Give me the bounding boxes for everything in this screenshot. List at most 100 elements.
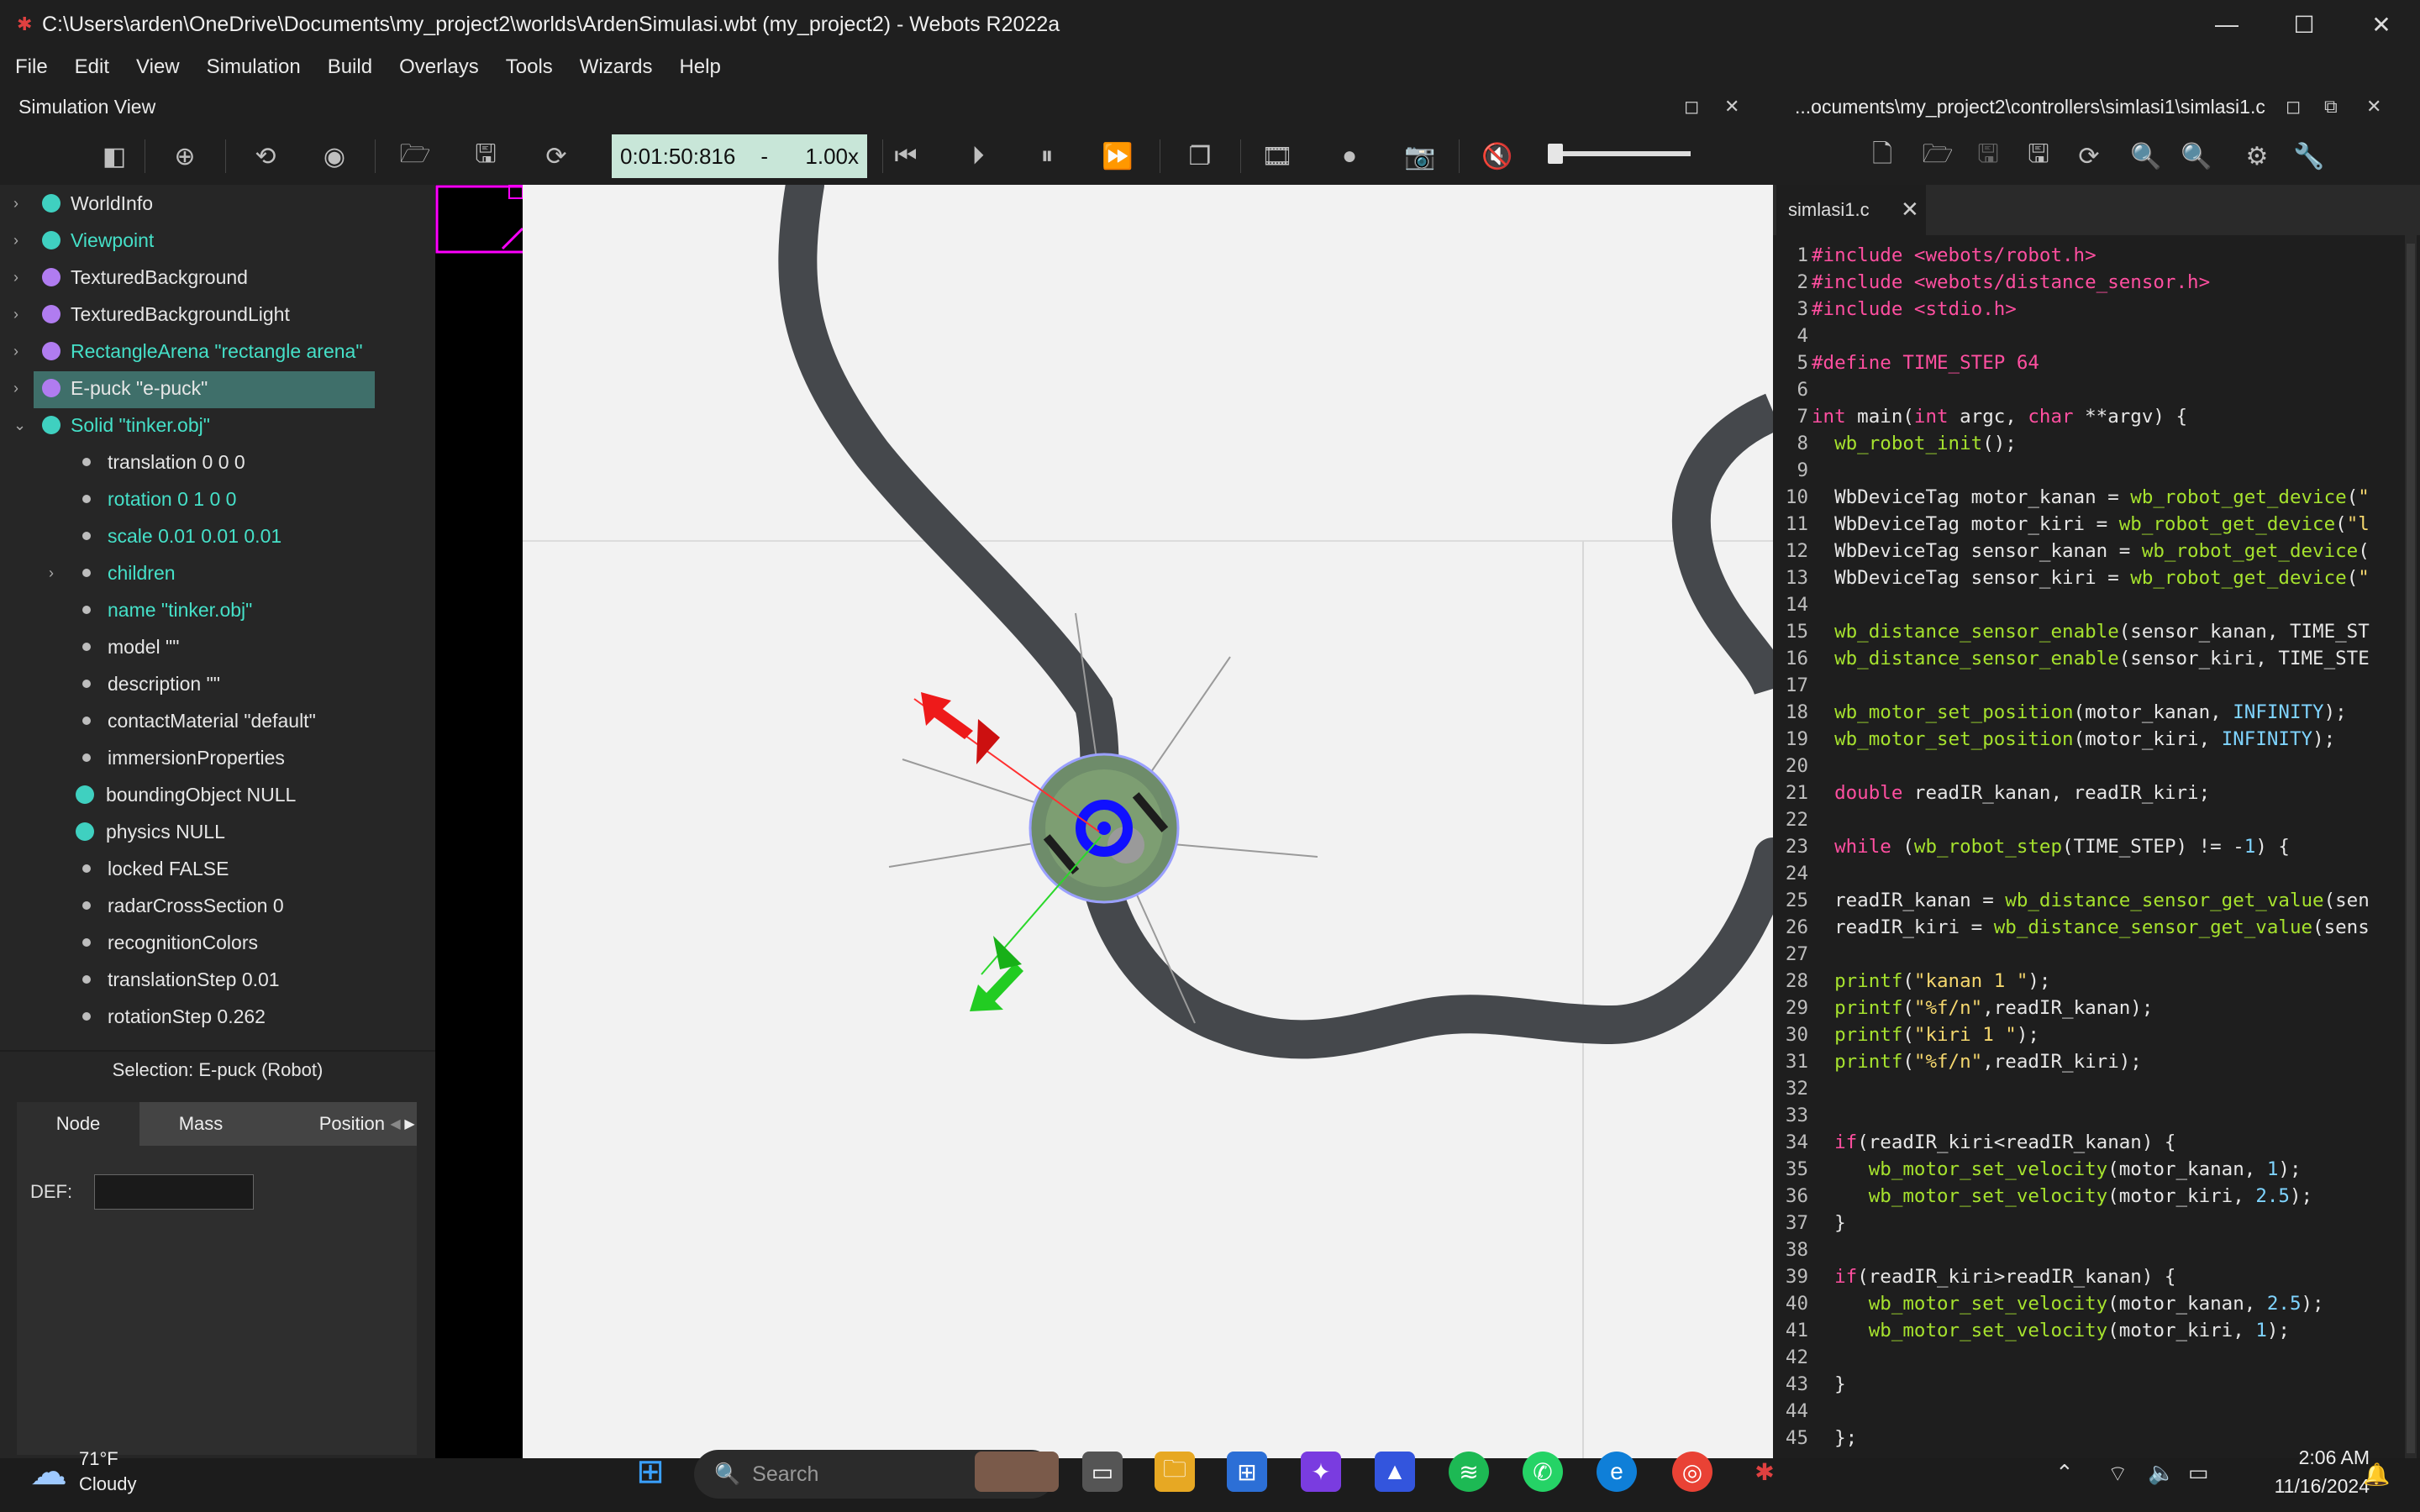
expand-arrow-icon[interactable]: ›	[13, 306, 18, 323]
start-button-icon[interactable]: ⊞	[630, 1452, 671, 1492]
tab-position[interactable]: Position	[262, 1102, 388, 1146]
tree-field[interactable]: radarCrossSection 0	[82, 887, 284, 924]
tab-mass[interactable]: Mass	[139, 1102, 262, 1146]
toggle-rendering-icon[interactable]: ❐	[1183, 139, 1217, 173]
speaker-muted-icon[interactable]: 🔈	[2148, 1460, 2175, 1486]
3d-viewport[interactable]	[435, 185, 1773, 1475]
build-wrench-icon[interactable]: 🔧	[2292, 139, 2326, 173]
record-animation-icon[interactable]: ●	[1333, 139, 1366, 173]
pause-icon[interactable]: ⏸	[1030, 139, 1064, 173]
battery-icon[interactable]: ▭	[2188, 1460, 2209, 1486]
fast-forward-icon[interactable]: ⏩	[1101, 139, 1134, 173]
tree-field[interactable]: locked FALSE	[82, 850, 229, 887]
copilot-icon[interactable]: ✦	[1301, 1452, 1341, 1492]
code-line[interactable]: 36 wb_motor_set_velocity(motor_kiri, 2.5…	[1773, 1183, 2370, 1210]
menu-build[interactable]: Build	[328, 55, 372, 79]
code-line[interactable]: 17	[1773, 672, 2370, 699]
wifi-icon[interactable]: ⌔	[2107, 1460, 2128, 1488]
vscode-like-app-icon[interactable]: ▲	[1375, 1452, 1415, 1492]
expand-arrow-icon[interactable]: ›	[13, 232, 18, 249]
menu-tools[interactable]: Tools	[506, 55, 553, 79]
code-line[interactable]: 3 #include <stdio.h>	[1773, 296, 2370, 323]
code-line[interactable]: 32	[1773, 1075, 2370, 1102]
code-editor[interactable]: simlasi1.c ✕ 1 #include <webots/robot.h> 2…	[1773, 185, 2420, 1475]
code-line[interactable]: 24	[1773, 860, 2370, 887]
volume-slider-handle[interactable]	[1548, 144, 1563, 164]
tree-field[interactable]: contactMaterial "default"	[82, 702, 316, 739]
code-line[interactable]: 43 }	[1773, 1371, 2370, 1398]
tree-field[interactable]: translationStep 0.01	[82, 961, 280, 998]
tree-field[interactable]: boundingObject NULL	[76, 776, 296, 813]
close-tab-icon[interactable]: ✕	[1901, 197, 1919, 223]
def-input[interactable]	[94, 1174, 254, 1210]
code-area[interactable]: 1 #include <webots/robot.h> 2 #include <web…	[1773, 242, 2370, 1452]
code-line[interactable]: 2 #include <webots/distance_sensor.h>	[1773, 269, 2370, 296]
expand-arrow-icon[interactable]: ›	[13, 195, 18, 213]
weather-widget[interactable]: ☁ 71°F Cloudy	[30, 1446, 136, 1497]
tree-node[interactable]: Viewpoint	[42, 222, 154, 259]
code-line[interactable]: 35 wb_motor_set_velocity(motor_kanan, 1)…	[1773, 1156, 2370, 1183]
tree-field[interactable]: rotation 0 1 0 0	[82, 480, 236, 517]
file-explorer-icon[interactable]: 🗀	[1155, 1452, 1195, 1492]
open-file-icon[interactable]: 🗁	[1921, 139, 1954, 173]
tree-field[interactable]: scale 0.01 0.01 0.01	[82, 517, 281, 554]
code-line[interactable]: 38	[1773, 1236, 2370, 1263]
code-line[interactable]: 11 WbDeviceTag motor_kiri = wb_robot_get…	[1773, 511, 2370, 538]
tree-field[interactable]: immersionProperties	[82, 739, 285, 776]
menu-wizards[interactable]: Wizards	[580, 55, 653, 79]
code-line[interactable]: 12 WbDeviceTag sensor_kanan = wb_robot_g…	[1773, 538, 2370, 564]
code-line[interactable]: 21 double readIR_kanan, readIR_kiri;	[1773, 780, 2370, 806]
code-line[interactable]: 19 wb_motor_set_position(motor_kiri, INF…	[1773, 726, 2370, 753]
float-editor-button[interactable]: ◻	[2286, 96, 2301, 118]
tree-field[interactable]: name "tinker.obj"	[82, 591, 252, 628]
tree-node[interactable]: Solid "tinker.obj"	[42, 407, 210, 444]
expand-arrow-icon[interactable]: ›	[13, 380, 18, 397]
volume-slider[interactable]	[1548, 144, 1691, 164]
code-line[interactable]: 18 wb_motor_set_position(motor_kanan, IN…	[1773, 699, 2370, 726]
expand-arrow-icon[interactable]: ⌄	[13, 417, 26, 434]
tree-field[interactable]: recognitionColors	[82, 924, 258, 961]
close-dock-button[interactable]: ✕	[1724, 96, 1739, 118]
tree-field[interactable]: physics NULL	[76, 813, 225, 850]
code-line[interactable]: 23 while (wb_robot_step(TIME_STEP) != -1…	[1773, 833, 2370, 860]
code-line[interactable]: 41 wb_motor_set_velocity(motor_kiri, 1);	[1773, 1317, 2370, 1344]
screenshot-icon[interactable]: 📷	[1403, 139, 1437, 173]
tree-node[interactable]: E-puck "e-puck"	[42, 370, 208, 407]
tab-scroll-left-icon[interactable]: ◀	[388, 1102, 402, 1146]
replace-icon[interactable]: 🔍	[2180, 139, 2213, 173]
whatsapp-icon[interactable]: ✆	[1523, 1452, 1563, 1492]
tree-node[interactable]: TexturedBackgroundLight	[42, 296, 290, 333]
tree-node[interactable]: WorldInfo	[42, 185, 153, 222]
code-line[interactable]: 26 readIR_kiri = wb_distance_sensor_get_…	[1773, 914, 2370, 941]
mute-icon[interactable]: 🔇	[1481, 139, 1514, 173]
code-line[interactable]: 20	[1773, 753, 2370, 780]
code-line[interactable]: 10 WbDeviceTag motor_kanan = wb_robot_ge…	[1773, 484, 2370, 511]
toggle-scene-tree-icon[interactable]: ◧	[97, 139, 131, 173]
code-line[interactable]: 1 #include <webots/robot.h>	[1773, 242, 2370, 269]
code-line[interactable]: 27	[1773, 941, 2370, 968]
menu-simulation[interactable]: Simulation	[207, 55, 301, 79]
step-icon[interactable]: ⏵	[961, 139, 995, 173]
code-line[interactable]: 8 wb_robot_init();	[1773, 430, 2370, 457]
save-as-icon[interactable]: 🖫	[2022, 139, 2055, 173]
code-line[interactable]: 25 readIR_kanan = wb_distance_sensor_get…	[1773, 887, 2370, 914]
tree-node[interactable]: TexturedBackground	[42, 259, 248, 296]
code-line[interactable]: 16 wb_distance_sensor_enable(sensor_kiri…	[1773, 645, 2370, 672]
menu-file[interactable]: File	[15, 55, 48, 79]
code-line[interactable]: 15 wb_distance_sensor_enable(sensor_kana…	[1773, 618, 2370, 645]
widgets-banner-icon[interactable]	[975, 1452, 1059, 1492]
task-view-icon[interactable]: ▭	[1082, 1452, 1123, 1492]
tree-node[interactable]: RectangleArena "rectangle arena"	[42, 333, 363, 370]
save-world-icon[interactable]: 🖫	[469, 139, 502, 173]
menu-overlays[interactable]: Overlays	[399, 55, 479, 79]
minimize-button[interactable]: —	[2188, 0, 2265, 49]
save-file-icon[interactable]: 🖫	[1971, 139, 2005, 173]
tree-field[interactable]: model ""	[82, 628, 179, 665]
code-line[interactable]: 6	[1773, 376, 2370, 403]
tree-field[interactable]: rotationStep 0.262	[82, 998, 266, 1035]
code-line[interactable]: 5 #define TIME_STEP 64	[1773, 349, 2370, 376]
spotify-icon[interactable]: ≋	[1449, 1452, 1489, 1492]
record-movie-icon[interactable]: 🎞	[1260, 139, 1294, 173]
code-line[interactable]: 14	[1773, 591, 2370, 618]
code-line[interactable]: 37 }	[1773, 1210, 2370, 1236]
